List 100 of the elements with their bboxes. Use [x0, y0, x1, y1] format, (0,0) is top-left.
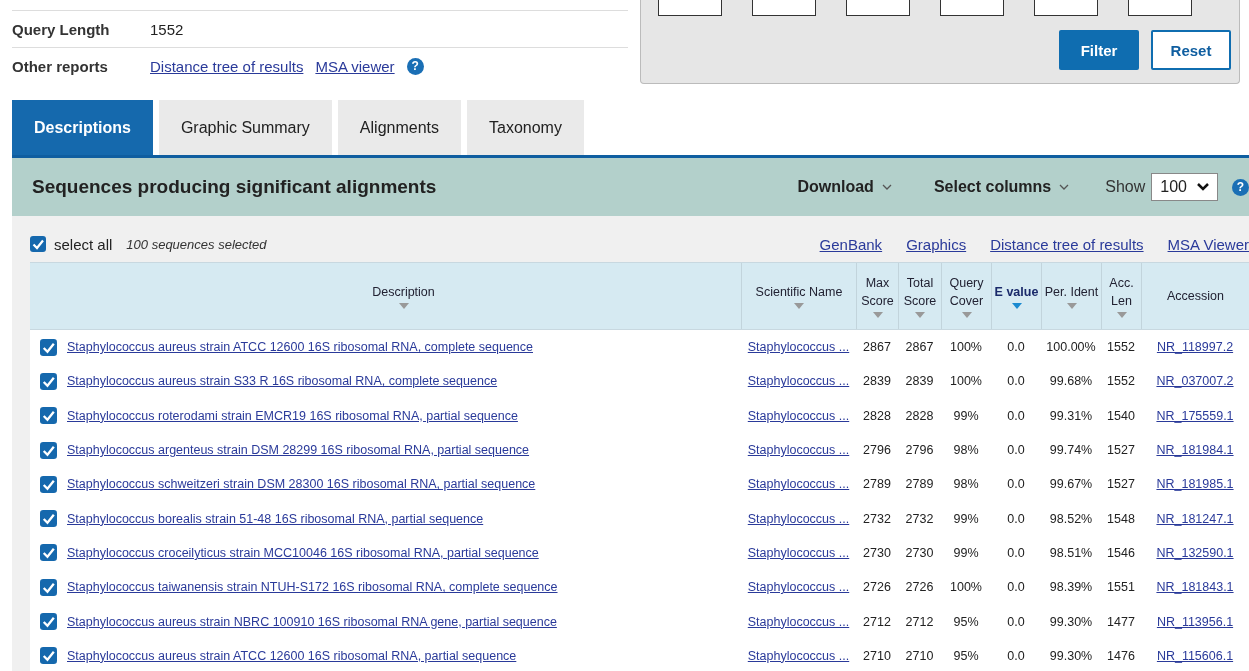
report-link[interactable]: Distance tree of results — [990, 235, 1144, 253]
sort-arrow-icon — [915, 312, 925, 319]
tab[interactable]: Graphic Summary — [158, 100, 332, 155]
table-cell: 0.0 — [1007, 443, 1025, 458]
table-cell: 0.0 — [1007, 614, 1025, 629]
table-cell: 1527 — [1107, 443, 1135, 458]
column-header[interactable]: E value — [991, 263, 1041, 329]
table-cell: 2726 — [863, 580, 891, 595]
checkbox[interactable] — [39, 441, 57, 459]
help-icon[interactable]: ? — [1232, 178, 1249, 196]
table-cell: 98% — [953, 477, 979, 492]
column-header[interactable]: Per. Ident — [1041, 263, 1101, 329]
show-select[interactable]: 100 — [1151, 173, 1218, 201]
table-cell: 1551 — [1107, 580, 1135, 595]
sort-arrow-icon — [1116, 312, 1127, 319]
description-link[interactable]: Staphylococcus aureus strain ATCC 12600 16S ribosomal RNA, partial sequence — [67, 648, 517, 663]
scientific-name-link[interactable]: Staphylococcus ... — [747, 477, 850, 492]
scientific-name-link[interactable]: Staphylococcus ... — [747, 545, 850, 560]
tab[interactable]: Alignments — [337, 100, 461, 155]
column-header[interactable]: Max Score — [856, 263, 898, 329]
table-cell: 0.0 — [1007, 580, 1025, 595]
table-cell: 95% — [953, 614, 979, 629]
accession-link[interactable]: NR_181984.1 — [1156, 443, 1234, 458]
checkbox[interactable] — [39, 510, 57, 528]
description-link[interactable]: Staphylococcus aureus strain S33 R 16S ribosomal RNA, complete sequence — [67, 374, 498, 389]
scientific-name-link[interactable]: Staphylococcus ... — [747, 614, 850, 629]
column-header[interactable]: Description — [66, 263, 741, 329]
filter-input-field[interactable] — [1034, 0, 1098, 16]
column-header[interactable]: Query Cover — [941, 263, 991, 329]
checkbox[interactable] — [39, 578, 57, 596]
checkbox[interactable] — [39, 613, 57, 630]
table-cell: 99.31% — [1049, 408, 1093, 423]
description-link[interactable]: Staphylococcus taiwanensis strain NTUH-S172 16S ribosomal RNA, complete sequence — [67, 580, 558, 595]
filter-input-field[interactable] — [752, 0, 816, 16]
accession-link[interactable]: NR_181843.1 — [1156, 580, 1234, 595]
column-header[interactable]: Accession — [1141, 263, 1249, 329]
checkbox[interactable] — [39, 647, 57, 665]
accession-link[interactable]: NR_118997.2 — [1156, 340, 1234, 355]
checkbox[interactable] — [39, 475, 57, 493]
column-header[interactable]: Scientific Name — [741, 263, 856, 329]
table-cell: 98.39% — [1049, 580, 1093, 595]
scientific-name-link[interactable]: Staphylococcus ... — [747, 511, 850, 526]
accession-link[interactable]: NR_175559.1 — [1156, 408, 1234, 423]
scientific-name-link[interactable]: Staphylococcus ... — [747, 648, 850, 663]
description-link[interactable]: Staphylococcus roterodami strain EMCR19 16S ribosomal RNA, partial sequence — [67, 408, 518, 423]
filter-button[interactable]: Filter — [1059, 30, 1139, 70]
table-cell: 0.0 — [1007, 477, 1025, 492]
table-cell: 98.51% — [1049, 545, 1093, 560]
table-cell: 2828 — [905, 408, 934, 423]
report-link[interactable]: GenBank — [819, 235, 883, 253]
accession-link[interactable]: NR_037007.2 — [1156, 374, 1234, 389]
accession-link[interactable]: NR_113956.1 — [1156, 614, 1234, 629]
table-cell: 0.0 — [1007, 648, 1025, 663]
scientific-name-link[interactable]: Staphylococcus ... — [747, 340, 850, 355]
scientific-name-link[interactable]: Staphylococcus ... — [747, 408, 850, 423]
description-link[interactable]: Staphylococcus croceilyticus strain MCC10046 16S ribosomal RNA, partial sequence — [67, 545, 539, 560]
checkbox[interactable] — [39, 544, 57, 562]
chevron-down-icon — [881, 183, 892, 191]
column-header[interactable]: Total Score — [898, 263, 941, 329]
table-cell: 99.30% — [1049, 648, 1093, 663]
filter-input-field[interactable] — [940, 0, 1004, 16]
filter-input-field[interactable] — [658, 0, 722, 16]
table-cell: 99.74% — [1049, 443, 1093, 458]
scientific-name-link[interactable]: Staphylococcus ... — [747, 580, 850, 595]
tab[interactable]: Descriptions — [12, 100, 153, 155]
description-link[interactable]: Staphylococcus borealis strain 51-48 16S ribosomal RNA, partial sequence — [67, 511, 484, 526]
scientific-name-link[interactable]: Staphylococcus ... — [747, 443, 850, 458]
description-link[interactable]: Staphylococcus aureus strain NBRC 100910 16S ribosomal RNA gene, partial sequence — [67, 614, 557, 629]
checkbox[interactable] — [30, 236, 46, 252]
table-cell: 100% — [950, 374, 982, 389]
report-link[interactable]: Graphics — [906, 235, 967, 253]
filter-input-field[interactable] — [1128, 0, 1192, 16]
table-cell: 2732 — [905, 511, 934, 526]
reset-button[interactable]: Reset — [1151, 30, 1231, 70]
report-link[interactable]: MSA viewer — [315, 57, 395, 75]
accession-link[interactable]: NR_181985.1 — [1156, 477, 1234, 492]
description-link[interactable]: Staphylococcus schweitzeri strain DSM 28300 16S ribosomal RNA, partial sequence — [67, 477, 536, 492]
table-cell: 0.0 — [1007, 374, 1025, 389]
table-cell: 2710 — [863, 648, 891, 663]
table-cell: 0.0 — [1007, 408, 1025, 423]
checkbox[interactable] — [39, 338, 57, 356]
accession-link[interactable]: NR_132590.1 — [1156, 545, 1234, 560]
select-columns-dropdown[interactable]: Select columns — [927, 177, 1076, 197]
filter-input-field[interactable] — [846, 0, 910, 16]
tab[interactable]: Taxonomy — [467, 100, 584, 155]
report-link[interactable]: MSA Viewer — [1167, 235, 1249, 253]
table-cell: 1552 — [1107, 374, 1135, 389]
description-link[interactable]: Staphylococcus aureus strain ATCC 12600 16S ribosomal RNA, complete sequence — [67, 340, 533, 355]
column-header[interactable]: Acc. Len — [1101, 263, 1141, 329]
table-cell: 2796 — [863, 443, 891, 458]
accession-link[interactable]: NR_181247.1 — [1156, 511, 1234, 526]
select-all-label: select all — [54, 235, 113, 253]
report-link[interactable]: Distance tree of results — [150, 57, 304, 75]
checkbox[interactable] — [39, 407, 57, 425]
description-link[interactable]: Staphylococcus argenteus strain DSM 28299 16S ribosomal RNA, partial sequence — [67, 443, 530, 458]
accession-link[interactable]: NR_115606.1 — [1156, 648, 1234, 663]
scientific-name-link[interactable]: Staphylococcus ... — [747, 374, 850, 389]
checkbox[interactable] — [39, 372, 57, 390]
help-icon[interactable]: ? — [406, 57, 424, 75]
download-dropdown[interactable]: Download — [791, 177, 898, 197]
